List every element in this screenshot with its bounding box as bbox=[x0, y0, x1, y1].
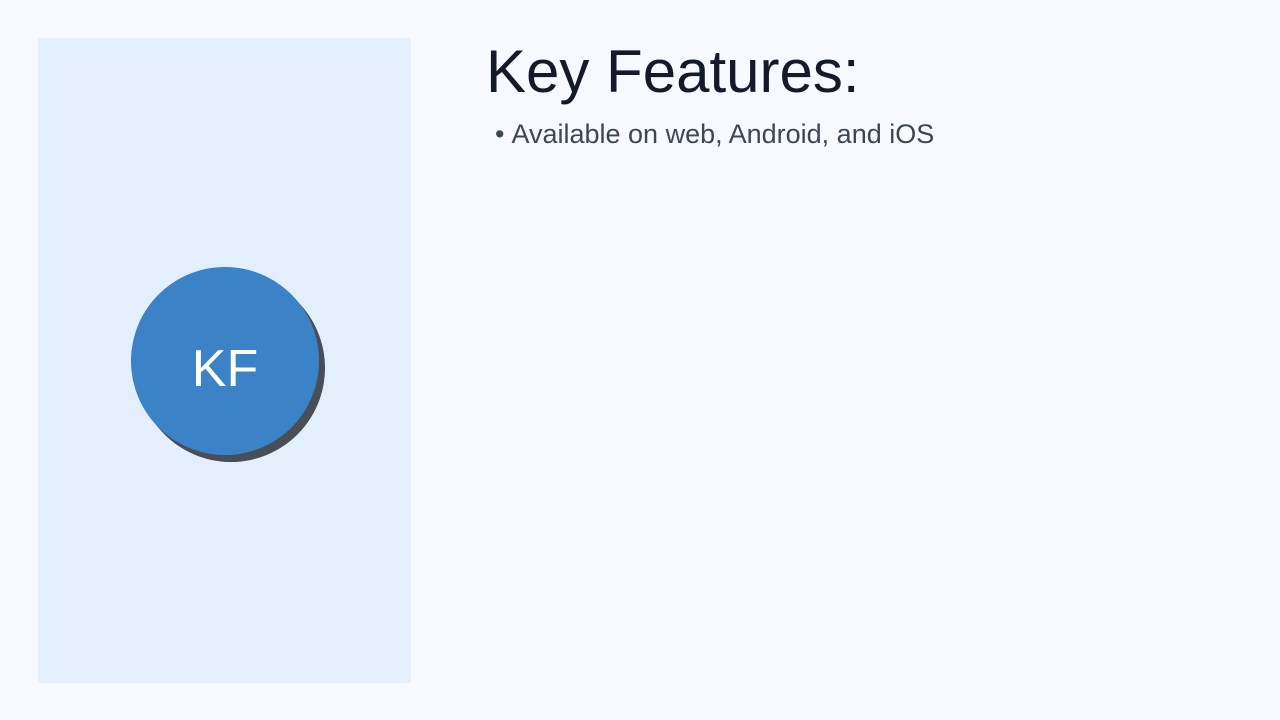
slide: KF Key Features: • Available on web, Andr… bbox=[0, 0, 1280, 720]
feature-list: • Available on web, Android, and iOS bbox=[486, 118, 1246, 150]
avatar-initials: KF bbox=[191, 340, 259, 398]
content-area: Key Features: • Available on web, Android… bbox=[486, 40, 1246, 150]
bullet-icon: • bbox=[495, 119, 505, 149]
slide-title: Key Features: bbox=[486, 38, 860, 105]
avatar: KF bbox=[131, 267, 319, 455]
feature-text: Available on web, Android, and iOS bbox=[511, 119, 935, 149]
feature-item: • Available on web, Android, and iOS bbox=[495, 118, 1246, 150]
